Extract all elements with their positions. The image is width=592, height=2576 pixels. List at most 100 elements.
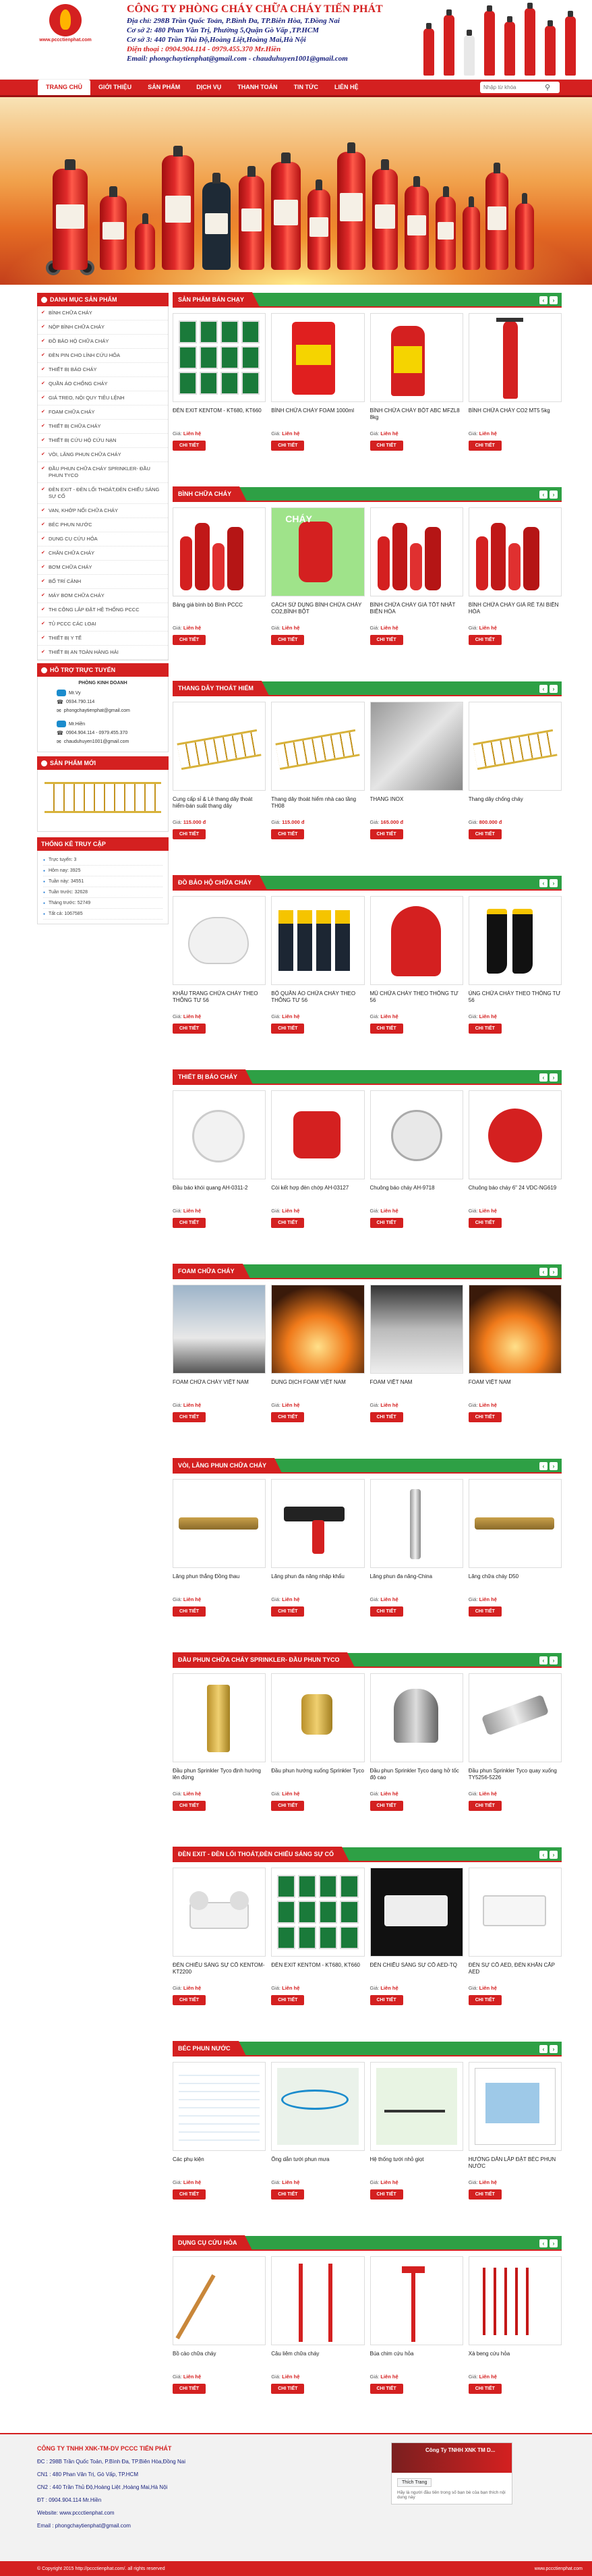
search-input[interactable] xyxy=(480,84,545,90)
nav-products[interactable]: SẢN PHẨM xyxy=(140,80,188,95)
product-image[interactable] xyxy=(271,313,365,402)
category-item[interactable]: ĐẦU PHUN CHỮA CHÁY SPRINKLER- ĐẦU PHUN T… xyxy=(38,462,168,483)
detail-button[interactable]: CHI TIẾT xyxy=(369,441,403,451)
detail-button[interactable]: CHI TIẾT xyxy=(173,2384,206,2394)
product-image[interactable] xyxy=(369,2062,463,2151)
detail-button[interactable]: CHI TIẾT xyxy=(173,1995,206,2005)
nav-home[interactable]: TRANG CHỦ xyxy=(38,80,90,95)
product-image[interactable] xyxy=(369,896,463,985)
detail-button[interactable]: CHI TIẾT xyxy=(271,1024,305,1034)
product-image[interactable] xyxy=(173,1479,266,1568)
site-logo[interactable]: www.pccctienphat.com xyxy=(35,4,96,46)
detail-button[interactable]: CHI TIẾT xyxy=(271,829,305,839)
detail-button[interactable]: CHI TIẾT xyxy=(173,2189,206,2200)
prev-arrow-icon[interactable]: ‹ xyxy=(539,491,547,499)
category-item[interactable]: ĐỒ BẢO HỘ CHỮA CHÁY xyxy=(38,335,168,349)
prev-arrow-icon[interactable]: ‹ xyxy=(539,1073,547,1082)
copyright-site[interactable]: www.pccctienphat.com xyxy=(535,2567,583,2571)
support-mail-1[interactable]: phongchaytienphat@gmail.com xyxy=(64,708,130,713)
skype-icon[interactable] xyxy=(57,721,66,727)
detail-button[interactable]: CHI TIẾT xyxy=(173,1801,206,1811)
detail-button[interactable]: CHI TIẾT xyxy=(369,635,403,645)
search-icon[interactable]: ⚲ xyxy=(545,83,550,92)
prev-arrow-icon[interactable]: ‹ xyxy=(539,1851,547,1859)
product-image[interactable] xyxy=(369,1868,463,1957)
product-name[interactable]: ĐÈN EXIT KENTOM - KT680, KT660 xyxy=(173,408,266,429)
product-image[interactable] xyxy=(468,1673,562,1762)
product-name[interactable]: ĐÈN EXIT KENTOM - KT680, KT660 xyxy=(271,1962,364,1984)
product-name[interactable]: ỦNG CHỮA CHÁY THEO THÔNG TƯ 56 xyxy=(469,990,562,1012)
product-name[interactable]: ĐÈN SỰ CỐ AED, ĐÈN KHẨN CẤP AED xyxy=(469,1962,562,1984)
detail-button[interactable]: CHI TIẾT xyxy=(173,441,206,451)
next-arrow-icon[interactable]: › xyxy=(550,491,558,499)
product-image[interactable] xyxy=(468,2256,562,2345)
product-name[interactable]: Thang dây thoát hiểm nhà cao tầng TH08 xyxy=(271,796,364,818)
product-name[interactable]: Câu liêm chữa cháy xyxy=(271,2351,364,2372)
category-item[interactable]: THIẾT BỊ AN TOÀN HÀNG HẢI xyxy=(38,646,168,660)
product-image[interactable] xyxy=(369,313,463,402)
detail-button[interactable]: CHI TIẾT xyxy=(271,1412,305,1422)
detail-button[interactable]: CHI TIẾT xyxy=(173,829,206,839)
product-name[interactable]: BÌNH CHỮA CHÁY CO2 MT5 5kg xyxy=(469,408,562,429)
skype-icon[interactable] xyxy=(57,690,66,696)
detail-button[interactable]: CHI TIẾT xyxy=(468,1218,502,1228)
detail-button[interactable]: CHI TIẾT xyxy=(369,2384,403,2394)
prev-arrow-icon[interactable]: ‹ xyxy=(539,2045,547,2053)
prev-arrow-icon[interactable]: ‹ xyxy=(539,1462,547,1470)
product-name[interactable]: Còi kết hợp đèn chớp AH-03127 xyxy=(271,1185,364,1206)
next-arrow-icon[interactable]: › xyxy=(550,296,558,304)
product-name[interactable]: Bảng giá bình bộ Bình PCCC xyxy=(173,602,266,623)
detail-button[interactable]: CHI TIẾT xyxy=(369,1606,403,1617)
detail-button[interactable]: CHI TIẾT xyxy=(468,2189,502,2200)
product-image[interactable] xyxy=(173,896,266,985)
category-item[interactable]: NỘP BÌNH CHỮA CHÁY xyxy=(38,320,168,335)
facebook-page-name[interactable]: Công Ty TNHH XNK TM D... xyxy=(425,2447,495,2453)
nav-about[interactable]: GIỚI THIỆU xyxy=(90,80,140,95)
product-name[interactable]: BÌNH CHỮA CHÁY GIÁ TỐT NHẤT BIÊN HÒA xyxy=(370,602,463,623)
product-image[interactable] xyxy=(468,1090,562,1179)
detail-button[interactable]: CHI TIẾT xyxy=(369,1995,403,2005)
category-item[interactable]: BÌNH CHỮA CHÁY xyxy=(38,306,168,320)
detail-button[interactable]: CHI TIẾT xyxy=(468,1412,502,1422)
product-image[interactable] xyxy=(468,507,562,596)
nav-services[interactable]: DỊCH VỤ xyxy=(188,80,229,95)
category-item[interactable]: THIẾT BỊ BÁO CHÁY xyxy=(38,363,168,377)
section-title[interactable]: BÌNH CHỮA CHÁY xyxy=(173,486,247,501)
product-image[interactable] xyxy=(468,1868,562,1957)
section-title[interactable]: BÉC PHUN NƯỚC xyxy=(173,2041,246,2056)
detail-button[interactable]: CHI TIẾT xyxy=(468,1801,502,1811)
product-image[interactable] xyxy=(271,2062,365,2151)
detail-button[interactable]: CHI TIẾT xyxy=(369,1801,403,1811)
nav-payment[interactable]: THANH TOÁN xyxy=(229,80,285,95)
product-name[interactable]: Lăng chữa cháy D50 xyxy=(469,1573,562,1595)
detail-button[interactable]: CHI TIẾT xyxy=(271,635,305,645)
product-image[interactable] xyxy=(468,1285,562,1374)
detail-button[interactable]: CHI TIẾT xyxy=(468,441,502,451)
product-name[interactable]: KHẨU TRANG CHỮA CHÁY THEO THÔNG TƯ 56 xyxy=(173,990,266,1012)
detail-button[interactable]: CHI TIẾT xyxy=(173,1024,206,1034)
product-image[interactable] xyxy=(271,1673,365,1762)
product-name[interactable]: ĐÈN CHIẾU SÁNG SỰ CỐ AED-TQ xyxy=(370,1962,463,1984)
product-image[interactable] xyxy=(369,1285,463,1374)
category-item[interactable]: QUẦN ÁO CHỐNG CHÁY xyxy=(38,377,168,391)
detail-button[interactable]: CHI TIẾT xyxy=(369,829,403,839)
product-image[interactable] xyxy=(271,702,365,791)
detail-button[interactable]: CHI TIẾT xyxy=(369,2189,403,2200)
category-item[interactable]: THIẾT BỊ CHỮA CHÁY xyxy=(38,420,168,434)
product-name[interactable]: Lăng phun đa năng nhập khẩu xyxy=(271,1573,364,1595)
prev-arrow-icon[interactable]: ‹ xyxy=(539,685,547,693)
product-name[interactable]: Các phụ kiện xyxy=(173,2156,266,2178)
next-arrow-icon[interactable]: › xyxy=(550,879,558,887)
product-image[interactable] xyxy=(173,2256,266,2345)
category-item[interactable]: MÁY BƠM CHỮA CHÁY xyxy=(38,589,168,603)
product-name[interactable]: HƯỚNG DẪN LẮP ĐẶT BÉC PHUN NƯỚC xyxy=(469,2156,562,2178)
category-item[interactable]: VAN, KHỚP NỐI CHỮA CHÁY xyxy=(38,504,168,518)
detail-button[interactable]: CHI TIẾT xyxy=(369,1024,403,1034)
category-item[interactable]: TỦ PCCC CÁC LOẠI xyxy=(38,617,168,632)
category-item[interactable]: VÒI, LĂNG PHUN CHỮA CHÁY xyxy=(38,448,168,462)
product-image[interactable] xyxy=(468,313,562,402)
product-name[interactable]: Lăng phun thẳng Đồng thau xyxy=(173,1573,266,1595)
product-image[interactable] xyxy=(173,507,266,596)
product-name[interactable]: Chuông báo cháy AH-9718 xyxy=(370,1185,463,1206)
detail-button[interactable]: CHI TIẾT xyxy=(468,1024,502,1034)
